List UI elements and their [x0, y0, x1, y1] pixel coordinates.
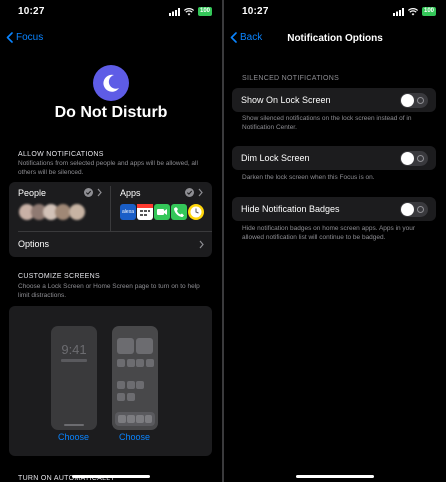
status-bar: 10:27 100: [224, 6, 446, 20]
show-on-lock-screen-row: Show On Lock Screen: [232, 88, 436, 112]
options-label: Options: [18, 239, 50, 249]
dock-app-placeholder: [136, 415, 144, 423]
back-label: Focus: [16, 32, 44, 43]
app-placeholder: [126, 381, 135, 389]
signal-icon: [168, 7, 180, 16]
app-placeholder: [136, 381, 144, 389]
chevron-right-icon: [199, 240, 204, 249]
chevron-left-icon: [6, 32, 13, 43]
lock-screen-preview[interactable]: 9:41: [51, 326, 97, 430]
allowed-app-icons: alexa: [120, 204, 204, 220]
notification-options-screen: 10:27 100 Back Notification Options SILE…: [224, 0, 446, 482]
choose-lock-screen-button[interactable]: Choose: [58, 432, 89, 442]
dim-lock-screen-toggle[interactable]: [400, 151, 428, 166]
silenced-notifications-header: SILENCED NOTIFICATIONS: [242, 75, 340, 82]
choose-home-screen-button[interactable]: Choose: [119, 432, 150, 442]
toggle-off-icon: [417, 206, 424, 213]
toggle-knob: [401, 152, 414, 165]
app-placeholder: [126, 359, 135, 367]
home-screen-preview[interactable]: [112, 326, 158, 430]
home-indicator: [72, 475, 150, 478]
allow-notifications-card: People Apps alexa Options: [9, 182, 212, 257]
status-time: 10:27: [242, 6, 269, 17]
dock-app-placeholder: [127, 415, 135, 423]
dock-placeholder: [115, 412, 155, 426]
do-not-disturb-screen: 10:27 100 Focus Do Not Disturb ALLOW NOT…: [0, 0, 222, 482]
back-button[interactable]: Focus: [6, 32, 43, 43]
show-on-lock-screen-label: Show On Lock Screen: [241, 95, 331, 105]
chevron-right-icon: [198, 188, 203, 197]
app-placeholder: [126, 393, 135, 401]
customize-screens-header: CUSTOMIZE SCREENS: [18, 273, 100, 280]
allow-notifications-description: Notifications from selected people and a…: [18, 160, 198, 176]
wifi-icon: [183, 7, 194, 15]
allow-notifications-header: ALLOW NOTIFICATIONS: [18, 151, 104, 158]
dock-app-placeholder: [118, 415, 126, 423]
people-avatars: [19, 204, 91, 220]
page-title: Do Not Disturb: [54, 104, 168, 121]
page-title: Notification Options: [287, 33, 383, 44]
signal-icon: [392, 7, 404, 16]
options-row[interactable]: Options: [9, 232, 212, 257]
people-cell[interactable]: People: [9, 182, 110, 231]
facetime-app-icon: [154, 204, 170, 220]
show-on-lock-screen-description: Show silenced notifications on the lock …: [242, 115, 412, 131]
lock-screen-home-indicator: [64, 424, 84, 426]
toggle-knob: [401, 203, 414, 216]
checkmark-circle-icon: [84, 188, 93, 197]
nav-bar: Back Notification Options: [224, 30, 446, 48]
people-label: People: [18, 188, 47, 198]
dim-lock-screen-label: Dim Lock Screen: [241, 153, 310, 163]
lock-screen-time: 9:41: [61, 342, 87, 357]
focus-icon: [93, 65, 129, 101]
toggle-knob: [401, 94, 414, 107]
hide-notification-badges-label: Hide Notification Badges: [241, 204, 340, 214]
widget-placeholder: [117, 338, 134, 354]
chevron-right-icon: [97, 188, 102, 197]
checkmark-circle-icon: [185, 188, 194, 197]
wifi-icon: [407, 7, 418, 15]
widget-placeholder: [136, 338, 153, 354]
battery-icon: 100: [421, 7, 436, 16]
hide-notification-badges-row: Hide Notification Badges: [232, 197, 436, 221]
status-icons: 100: [168, 7, 212, 16]
phone-app-icon: [171, 204, 187, 220]
home-indicator: [296, 475, 374, 478]
app-placeholder: [136, 359, 144, 367]
toggle-off-icon: [417, 97, 424, 104]
lock-screen-date: [61, 359, 87, 362]
battery-icon: 100: [197, 7, 212, 16]
alexa-app-icon: alexa: [120, 204, 136, 220]
apps-label: Apps: [120, 188, 141, 198]
customize-screens-description: Choose a Lock Screen or Home Screen page…: [18, 283, 200, 299]
app-placeholder: [117, 359, 125, 367]
avatar: [69, 204, 85, 220]
nav-bar: Focus: [0, 30, 222, 48]
toggle-off-icon: [417, 155, 424, 162]
hide-notification-badges-toggle[interactable]: [400, 202, 428, 217]
app-placeholder: [145, 359, 154, 367]
show-on-lock-screen-toggle[interactable]: [400, 93, 428, 108]
split-view: 10:27 100 Focus Do Not Disturb ALLOW NOT…: [0, 0, 446, 482]
customize-screens-card: 9:41 Choose Choose: [9, 306, 212, 456]
app-placeholder: [117, 381, 125, 389]
dim-lock-screen-description: Darken the lock screen when this Focus i…: [242, 174, 375, 181]
status-time: 10:27: [18, 6, 45, 17]
clock-app-icon: [188, 204, 204, 220]
dim-lock-screen-row: Dim Lock Screen: [232, 146, 436, 170]
dock-app-placeholder: [145, 415, 152, 423]
app-placeholder: [117, 393, 125, 401]
moon-icon: [103, 74, 119, 92]
status-bar: 10:27 100: [0, 6, 222, 20]
hide-notification-badges-description: Hide notification badges on home screen …: [242, 225, 416, 241]
status-icons: 100: [392, 7, 436, 16]
calendar-app-icon: [137, 204, 153, 220]
